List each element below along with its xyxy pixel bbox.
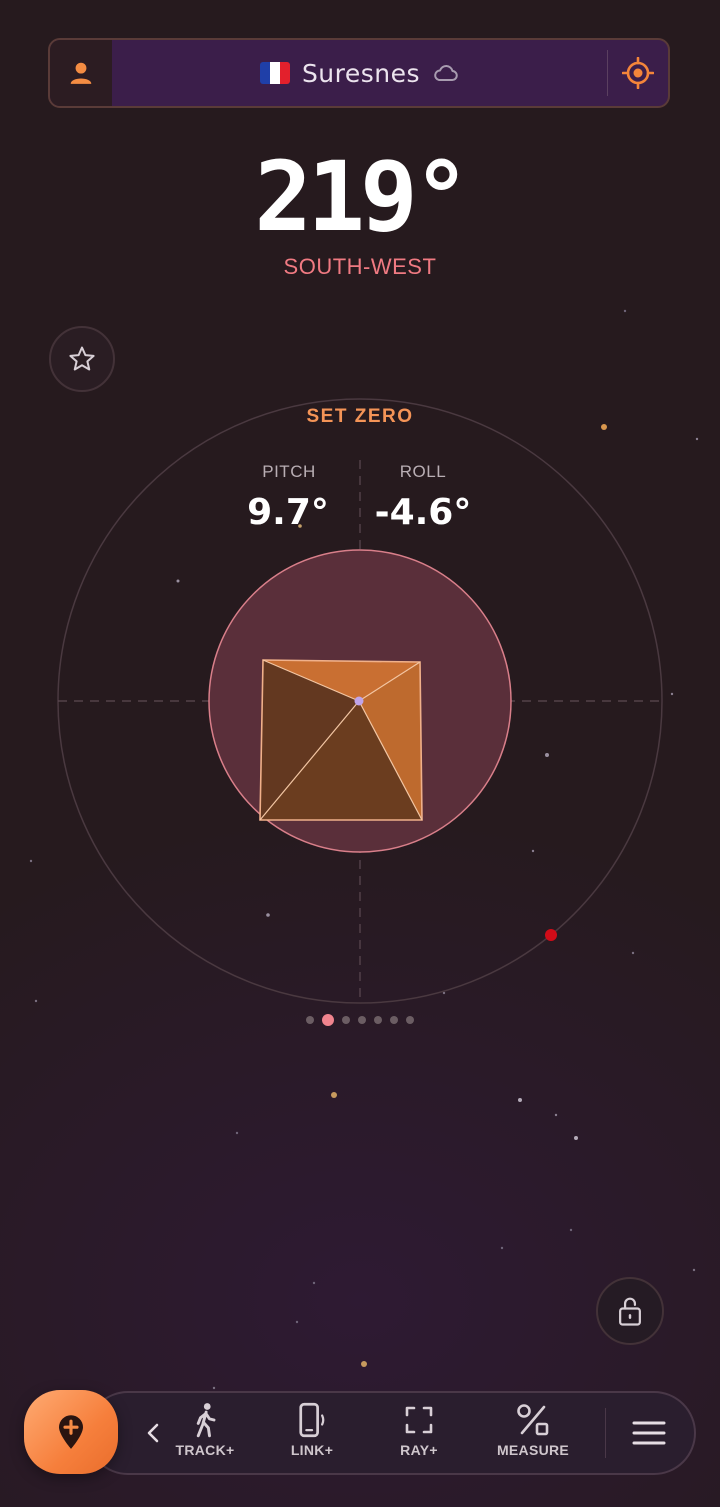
track-tool-button[interactable]: TRACK+ — [155, 1400, 255, 1466]
toolbar-divider — [605, 1408, 606, 1458]
measure-tool-label: MEASURE — [496, 1442, 570, 1458]
measure-percent-icon — [517, 1404, 549, 1436]
lock-button[interactable] — [596, 1277, 664, 1345]
page-dot[interactable] — [390, 1016, 398, 1024]
walking-person-icon — [196, 1403, 216, 1438]
scan-frame-icon — [405, 1406, 433, 1434]
roll-value: -4.6° — [374, 492, 472, 533]
bubble-level — [57, 398, 663, 1004]
tilt-pyramid — [259, 659, 423, 821]
link-tool-button[interactable]: LINK+ — [262, 1400, 362, 1466]
pitch-label: PITCH — [262, 462, 316, 481]
heading-marker — [545, 929, 557, 941]
center-point — [354, 696, 364, 706]
phone-vibrate-icon — [299, 1402, 325, 1438]
page-dot-active[interactable] — [322, 1014, 334, 1026]
page-dot[interactable] — [358, 1016, 366, 1024]
roll-label: ROLL — [399, 462, 447, 481]
ray-tool-label: RAY+ — [400, 1442, 438, 1458]
measure-tool-button[interactable]: MEASURE — [483, 1400, 583, 1466]
page-indicator[interactable] — [0, 1013, 720, 1027]
link-tool-label: LINK+ — [290, 1442, 334, 1458]
map-pin-plus-icon — [59, 1415, 83, 1449]
add-pin-button[interactable] — [24, 1390, 118, 1474]
page-dot[interactable] — [342, 1016, 350, 1024]
page-dot[interactable] — [306, 1016, 314, 1024]
ray-tool-button[interactable]: RAY+ — [369, 1400, 469, 1466]
unlocked-padlock-icon — [619, 1297, 641, 1326]
page-dot[interactable] — [374, 1016, 382, 1024]
set-zero-button[interactable]: SET ZERO — [0, 406, 720, 428]
hamburger-menu-icon — [632, 1421, 666, 1445]
track-tool-label: TRACK+ — [175, 1442, 235, 1458]
page-dot[interactable] — [406, 1016, 414, 1024]
menu-button[interactable] — [622, 1410, 676, 1456]
